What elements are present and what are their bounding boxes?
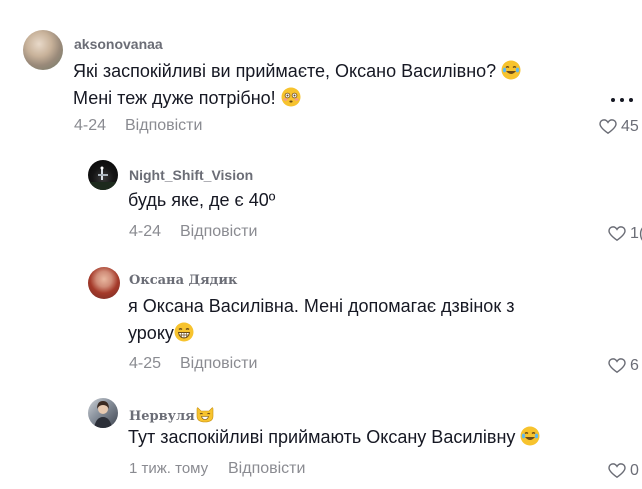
comment-username[interactable]: Нервуля bbox=[129, 404, 215, 424]
comment-text-line: Тут заспокійливі приймають Оксану Василі… bbox=[128, 427, 516, 447]
reply-item: Нервуля Тут заспокійливі приймають Оксан… bbox=[0, 0, 642, 489]
avatar-image bbox=[94, 401, 112, 428]
avatar[interactable] bbox=[88, 398, 118, 428]
reply-button[interactable]: Відповісти bbox=[228, 460, 305, 478]
like-button[interactable]: 0 bbox=[608, 462, 639, 480]
comment-text: Тут заспокійливі приймають Оксану Василі… bbox=[128, 424, 540, 451]
heart-outline-icon bbox=[608, 463, 626, 478]
like-count: 0 bbox=[630, 462, 639, 479]
username-text: Нервуля bbox=[129, 409, 195, 424]
tears-of-joy-emoji bbox=[520, 426, 540, 446]
comment-date: 1 тиж. тому bbox=[129, 460, 209, 477]
cat-emoji bbox=[196, 406, 214, 423]
